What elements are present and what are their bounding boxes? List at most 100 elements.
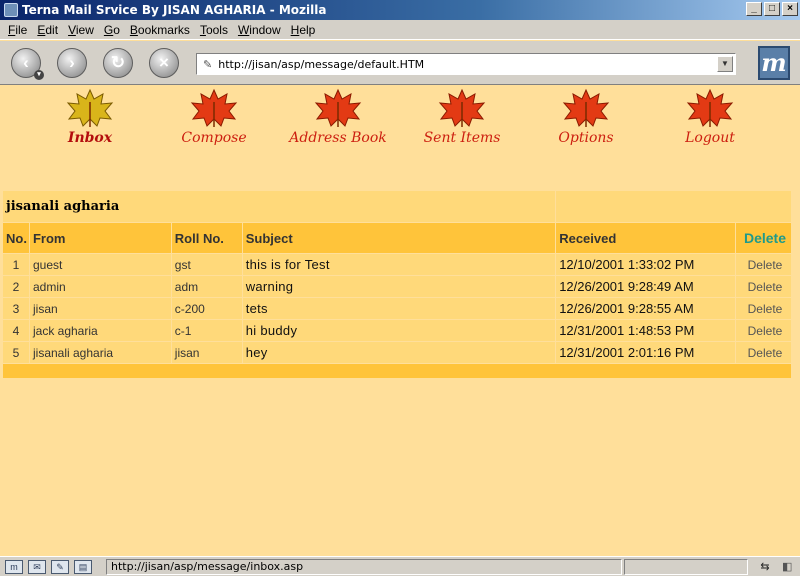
menu-go[interactable]: Go xyxy=(99,23,125,37)
reload-button[interactable]: ↻ xyxy=(103,48,133,78)
nav-options[interactable]: Options xyxy=(531,88,641,146)
status-progress-panel xyxy=(624,559,748,575)
address-book-leaf-icon xyxy=(314,88,362,128)
user-name: jisanali agharia xyxy=(1,190,557,223)
nav-logout-label: Logout xyxy=(685,130,735,146)
message-no: 3 xyxy=(2,297,30,320)
message-row[interactable]: 4 jack agharia c-1 hi buddy 12/31/2001 1… xyxy=(2,319,793,342)
menu-edit[interactable]: Edit xyxy=(32,23,63,37)
navigator-icon[interactable]: m xyxy=(5,559,23,574)
url-text[interactable]: http://jisan/asp/message/default.HTM xyxy=(218,58,424,71)
composer-icon[interactable]: ✎ xyxy=(51,559,69,574)
forward-icon: › xyxy=(69,53,75,72)
col-roll-header: Roll No. xyxy=(170,222,243,254)
nav-sent-items[interactable]: Sent Items xyxy=(407,88,517,146)
options-leaf-icon xyxy=(562,88,610,128)
inbox-table: jisanali agharia No. From Roll No. Subje… xyxy=(1,190,793,379)
message-no: 1 xyxy=(2,253,30,276)
delete-message-link[interactable]: Delete xyxy=(748,258,783,272)
message-roll: gst xyxy=(170,253,243,276)
menu-view[interactable]: View xyxy=(63,23,99,37)
stop-icon: × xyxy=(159,53,169,72)
navigation-toolbar: ‹ ▾ › ↻ × ✎ http://jisan/asp/message/defa… xyxy=(0,41,800,85)
mozilla-logo[interactable]: m xyxy=(758,46,790,80)
window-title: Terna Mail Srvice By JISAN AGHARIA - Moz… xyxy=(22,3,327,17)
message-no: 2 xyxy=(2,275,30,298)
mail-nav: Inbox Compose Address Book Sent Items Op… xyxy=(0,86,800,156)
address-book-icon[interactable]: ▤ xyxy=(74,559,92,574)
message-from[interactable]: jisanali agharia xyxy=(28,341,172,364)
message-roll: adm xyxy=(170,275,243,298)
nav-inbox[interactable]: Inbox xyxy=(35,88,145,146)
status-bar: m ✉ ✎ ▤ http://jisan/asp/message/inbox.a… xyxy=(0,556,800,576)
message-subject[interactable]: hi buddy xyxy=(241,319,557,342)
forward-button[interactable]: › xyxy=(57,48,87,78)
message-roll: jisan xyxy=(170,341,243,364)
online-connection-icon[interactable]: ⇆ xyxy=(752,560,778,574)
message-received: 12/10/2001 1:33:02 PM xyxy=(555,253,736,276)
message-subject[interactable]: this is for Test xyxy=(241,253,557,276)
message-no: 4 xyxy=(2,319,30,342)
nav-compose[interactable]: Compose xyxy=(159,88,269,146)
inbox-leaf-icon xyxy=(66,88,114,128)
col-no-header: No. xyxy=(2,222,30,254)
nav-sent-items-label: Sent Items xyxy=(423,130,501,146)
mozilla-app-icon xyxy=(4,3,18,17)
table-header-row: No. From Roll No. Subject Received Delet… xyxy=(2,222,793,254)
security-lock-icon[interactable]: ◧ xyxy=(782,560,796,574)
maximize-button[interactable]: □ xyxy=(764,2,780,16)
window-titlebar: Terna Mail Srvice By JISAN AGHARIA - Moz… xyxy=(0,0,800,20)
delete-all-link[interactable]: Delete xyxy=(734,222,793,254)
minimize-button[interactable]: _ xyxy=(746,2,762,16)
back-button[interactable]: ‹ ▾ xyxy=(11,48,44,80)
url-history-dropdown-icon[interactable]: ▼ xyxy=(717,56,733,72)
message-roll: c-1 xyxy=(170,319,243,342)
delete-message-link[interactable]: Delete xyxy=(748,346,783,360)
nav-address-book[interactable]: Address Book xyxy=(283,88,393,146)
page-content: Inbox Compose Address Book Sent Items Op… xyxy=(0,86,800,556)
menu-bar: File Edit View Go Bookmarks Tools Window… xyxy=(0,20,800,40)
window-controls: _ □ × xyxy=(746,2,798,16)
menu-window[interactable]: Window xyxy=(233,23,286,37)
message-from[interactable]: jisan xyxy=(28,297,172,320)
nav-inbox-label: Inbox xyxy=(67,130,113,146)
back-icon: ‹ xyxy=(23,53,29,72)
nav-compose-label: Compose xyxy=(181,130,247,146)
nav-logout[interactable]: Logout xyxy=(655,88,765,146)
stop-button[interactable]: × xyxy=(149,48,179,78)
compose-leaf-icon xyxy=(190,88,238,128)
menu-bookmarks[interactable]: Bookmarks xyxy=(125,23,195,37)
message-subject[interactable]: warning xyxy=(241,275,557,298)
table-footer-row xyxy=(2,363,792,379)
nav-options-label: Options xyxy=(558,130,614,146)
status-text: http://jisan/asp/message/inbox.asp xyxy=(106,559,622,575)
menu-tools[interactable]: Tools xyxy=(195,23,233,37)
close-window-button[interactable]: × xyxy=(782,2,798,16)
message-roll: c-200 xyxy=(170,297,243,320)
url-bar[interactable]: ✎ http://jisan/asp/message/default.HTM ▼ xyxy=(196,53,736,75)
message-received: 12/26/2001 9:28:49 AM xyxy=(555,275,736,298)
message-from[interactable]: admin xyxy=(28,275,172,298)
col-received-header: Received xyxy=(555,222,736,254)
message-subject[interactable]: hey xyxy=(241,341,557,364)
page-icon: ✎ xyxy=(203,58,213,71)
delete-message-link[interactable]: Delete xyxy=(748,302,783,316)
message-row[interactable]: 2 admin adm warning 12/26/2001 9:28:49 A… xyxy=(2,275,793,298)
delete-message-link[interactable]: Delete xyxy=(748,324,783,338)
message-row[interactable]: 3 jisan c-200 tets 12/26/2001 9:28:55 AM… xyxy=(2,297,793,320)
delete-message-link[interactable]: Delete xyxy=(748,280,783,294)
message-from[interactable]: jack agharia xyxy=(28,319,172,342)
menu-help[interactable]: Help xyxy=(286,23,321,37)
message-row[interactable]: 1 guest gst this is for Test 12/10/2001 … xyxy=(2,253,793,276)
mail-icon[interactable]: ✉ xyxy=(28,559,46,574)
message-row[interactable]: 5 jisanali agharia jisan hey 12/31/2001 … xyxy=(2,341,793,364)
message-subject[interactable]: tets xyxy=(241,297,557,320)
menu-file[interactable]: File xyxy=(3,23,32,37)
logout-leaf-icon xyxy=(686,88,734,128)
message-received: 12/31/2001 2:01:16 PM xyxy=(555,341,736,364)
nav-address-book-label: Address Book xyxy=(289,130,387,146)
user-row: jisanali agharia xyxy=(1,190,792,223)
reload-icon: ↻ xyxy=(110,53,126,72)
message-from[interactable]: guest xyxy=(28,253,172,276)
back-history-dropdown-icon[interactable]: ▾ xyxy=(34,70,44,80)
